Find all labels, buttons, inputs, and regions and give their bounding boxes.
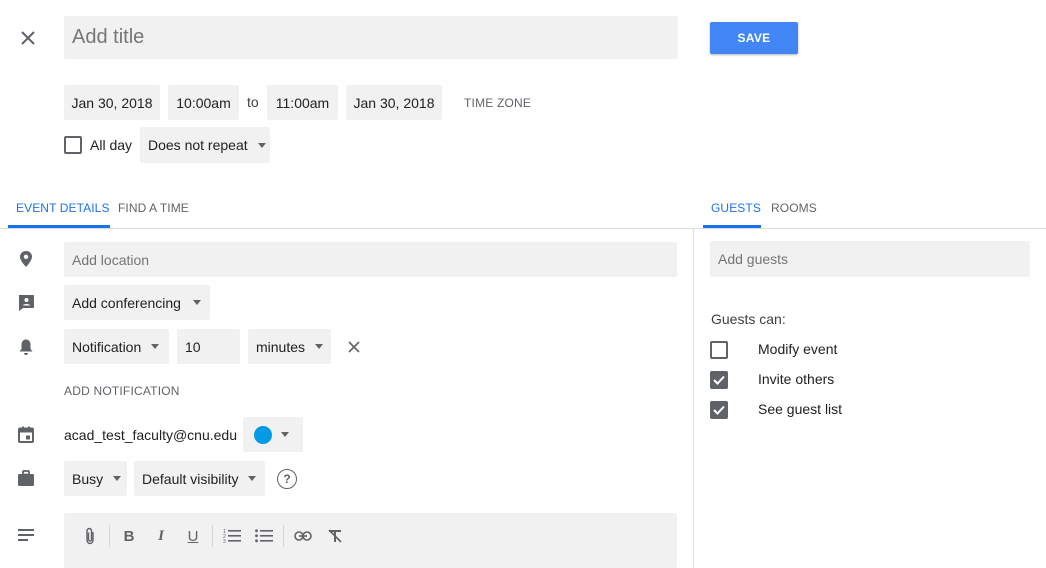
toolbar-separator xyxy=(283,525,284,547)
help-icon: ? xyxy=(283,472,291,486)
location-input[interactable]: Add location xyxy=(64,242,677,277)
conferencing-select[interactable]: Add conferencing xyxy=(64,285,210,320)
notification-amount-value: 10 xyxy=(185,338,201,355)
checkmark-icon xyxy=(713,405,725,415)
visibility-help-button[interactable]: ? xyxy=(277,469,297,489)
link-icon xyxy=(294,531,312,541)
notification-amount-input[interactable]: 10 xyxy=(177,329,240,364)
start-date-field[interactable]: Jan 30, 2018 xyxy=(64,85,160,120)
notification-unit-value: minutes xyxy=(256,338,306,355)
link-button[interactable] xyxy=(290,523,316,549)
conferencing-icon xyxy=(19,295,34,311)
tab-event-details[interactable]: EVENT DETAILS xyxy=(16,201,110,215)
chevron-down-icon xyxy=(151,344,160,349)
end-date-value: Jan 30, 2018 xyxy=(353,94,435,111)
see-guest-list-checkbox[interactable] xyxy=(710,401,728,419)
numbered-list-icon: 1 2 3 xyxy=(223,529,241,544)
location-pin-icon xyxy=(20,251,32,267)
chevron-down-icon xyxy=(113,476,122,481)
start-time-value: 10:00am xyxy=(176,94,231,111)
conferencing-label: Add conferencing xyxy=(72,294,181,311)
see-guest-list-label: See guest list xyxy=(758,401,843,417)
numbered-list-button[interactable]: 1 2 3 xyxy=(219,523,245,549)
paperclip-icon xyxy=(86,527,94,545)
calendar-color-select[interactable] xyxy=(243,417,303,452)
save-label: SAVE xyxy=(737,31,771,45)
description-editor[interactable]: B I U 1 2 3 xyxy=(64,513,677,568)
calendar-color-swatch xyxy=(254,425,272,444)
italic-button[interactable]: I xyxy=(148,523,174,549)
bell-icon xyxy=(19,339,33,355)
to-label: to xyxy=(247,94,259,110)
title-input[interactable]: Add title xyxy=(64,16,678,59)
add-guests-placeholder: Add guests xyxy=(718,251,789,267)
chevron-down-icon xyxy=(257,142,266,148)
availability-value: Busy xyxy=(72,470,104,487)
visibility-value: Default visibility xyxy=(142,470,239,487)
underline-icon: U xyxy=(187,527,199,545)
attachment-button[interactable] xyxy=(77,523,103,549)
end-time-value: 11:00am xyxy=(275,94,330,111)
bold-icon: B xyxy=(123,527,135,545)
end-date-field[interactable]: Jan 30, 2018 xyxy=(346,85,442,120)
repeat-value: Does not repeat xyxy=(148,137,248,153)
notification-unit-select[interactable]: minutes xyxy=(248,329,331,364)
tab-guests[interactable]: GUESTS xyxy=(711,201,761,215)
description-toolbar: B I U 1 2 3 xyxy=(77,523,348,549)
invite-others-checkbox[interactable] xyxy=(710,371,728,389)
invite-others-label: Invite others xyxy=(758,371,835,387)
start-date-value: Jan 30, 2018 xyxy=(71,94,153,111)
title-placeholder: Add title xyxy=(72,26,145,48)
add-guests-input[interactable]: Add guests xyxy=(710,241,1030,277)
visibility-select[interactable]: Default visibility xyxy=(134,461,265,496)
guest-permissions-heading: Guests can: xyxy=(711,311,786,327)
add-notification-button[interactable]: ADD NOTIFICATION xyxy=(64,384,180,398)
notification-type-select[interactable]: Notification xyxy=(64,329,169,364)
repeat-select[interactable]: Does not repeat xyxy=(140,127,270,163)
close-icon xyxy=(21,31,35,45)
modify-event-checkbox[interactable] xyxy=(710,341,728,359)
bulleted-list-icon xyxy=(255,529,273,543)
all-day-label: All day xyxy=(90,137,133,153)
column-divider xyxy=(693,229,694,568)
save-button[interactable]: SAVE xyxy=(710,22,798,54)
briefcase-icon xyxy=(18,470,34,486)
calendar-icon xyxy=(18,426,34,443)
checkmark-icon xyxy=(713,375,725,385)
close-icon xyxy=(348,341,360,353)
tabs-divider xyxy=(0,228,1046,229)
bulleted-list-button[interactable] xyxy=(251,523,277,549)
close-button[interactable] xyxy=(16,26,40,50)
end-time-field[interactable]: 11:00am xyxy=(267,85,338,120)
underline-button[interactable]: U xyxy=(180,523,206,549)
calendar-owner: acad_test_faculty@cnu.edu xyxy=(64,427,237,443)
tab-rooms[interactable]: ROOMS xyxy=(771,201,817,215)
notification-type-value: Notification xyxy=(72,338,142,355)
tab-find-a-time[interactable]: FIND A TIME xyxy=(118,201,189,215)
modify-event-label: Modify event xyxy=(758,341,838,357)
bold-button[interactable]: B xyxy=(116,523,142,549)
italic-icon: I xyxy=(158,527,164,544)
chevron-down-icon xyxy=(281,432,289,437)
toolbar-separator xyxy=(109,525,110,547)
remove-notification-button[interactable] xyxy=(344,337,364,357)
chevron-down-icon xyxy=(192,300,201,305)
clear-formatting-icon xyxy=(328,529,342,543)
chevron-down-icon xyxy=(315,344,324,349)
description-icon xyxy=(18,529,34,541)
availability-select[interactable]: Busy xyxy=(64,461,127,496)
chevron-down-icon xyxy=(248,476,257,481)
location-placeholder: Add location xyxy=(72,251,150,268)
clear-formatting-button[interactable] xyxy=(322,523,348,549)
all-day-checkbox[interactable] xyxy=(64,136,82,154)
time-zone-button[interactable]: TIME ZONE xyxy=(464,96,531,110)
start-time-field[interactable]: 10:00am xyxy=(168,85,239,120)
toolbar-separator xyxy=(212,525,213,547)
svg-text:3: 3 xyxy=(223,539,226,544)
